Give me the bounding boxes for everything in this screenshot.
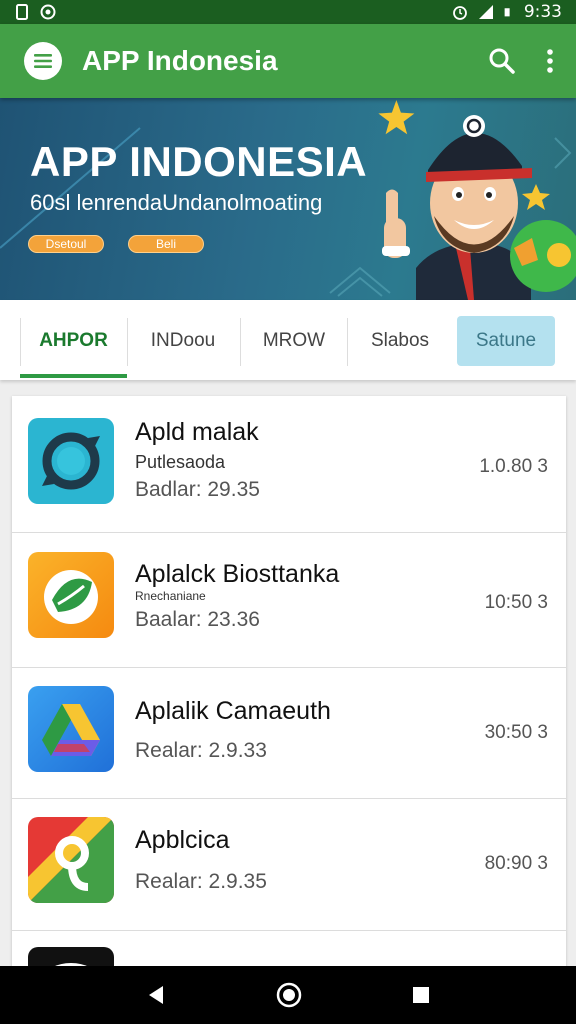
signal-icon [478, 5, 493, 19]
banner-button-primary[interactable]: Dsetoul [28, 235, 104, 253]
app-list: Apld malak Putlesaoda Badlar: 29.35 1.0.… [12, 396, 566, 976]
app-subtitle: Rnechaniane [135, 589, 206, 603]
hamburger-icon [34, 54, 52, 68]
maps-icon [28, 817, 114, 903]
banner-button-secondary[interactable]: Beli [128, 235, 204, 253]
sim-card-icon [16, 4, 28, 20]
more-options-icon[interactable] [546, 48, 554, 74]
list-item[interactable]: Aplalik Camaeuth Realar: 2.9.33 30:50 3 [12, 668, 566, 799]
app-name: Aplalik Camaeuth [135, 697, 331, 725]
app-rating: Realar: 2.9.33 [135, 739, 267, 762]
app-title: APP Indonesia [82, 45, 278, 76]
banner-title: APP INDONESIA [30, 138, 368, 185]
leaf-icon [28, 552, 114, 638]
recents-icon[interactable] [411, 985, 431, 1005]
back-icon[interactable] [145, 984, 167, 1006]
app-name: Apld malak [135, 418, 259, 446]
app-rating: Badlar: 29.35 [135, 478, 260, 501]
system-nav-bar [0, 966, 576, 1024]
drive-icon [28, 686, 114, 772]
home-icon[interactable] [276, 982, 302, 1008]
app-bar: APP Indonesia [0, 24, 576, 98]
app-subtitle: Putlesaoda [135, 452, 226, 472]
app-rating: Realar: 2.9.35 [135, 870, 267, 893]
app-size: 10:50 3 [484, 592, 548, 613]
app-name: Apblcica [135, 826, 230, 854]
tab-satune[interactable]: Satune [457, 316, 555, 366]
tab-indoou[interactable]: INDoou [128, 316, 238, 366]
active-tab-indicator [20, 374, 127, 378]
menu-button[interactable] [24, 42, 62, 80]
alarm-icon [452, 6, 467, 20]
app-name: Aplalck Biosttanka [135, 560, 340, 588]
list-item[interactable]: Aplalck Biosttanka Rnechaniane Baalar: 2… [12, 533, 566, 668]
mascot-illustration [378, 100, 576, 300]
banner-subtitle: 60sl lenrendaUndanolmoating [30, 190, 323, 215]
search-icon[interactable] [488, 47, 516, 75]
promo-banner[interactable]: APP INDONESIA 60sl lenrendaUndanolmoatin… [0, 98, 576, 300]
app-size: 80:90 3 [484, 853, 548, 874]
list-item[interactable]: Apld malak Putlesaoda Badlar: 29.35 1.0.… [12, 396, 566, 533]
list-item[interactable]: Apblcica Realar: 2.9.35 80:90 3 [12, 799, 566, 931]
tab-ahpor[interactable]: AHPOR [20, 316, 127, 366]
tab-mrow[interactable]: MROW [241, 316, 347, 366]
tab-divider [20, 318, 21, 366]
sync-icon [28, 418, 114, 504]
tab-slabos[interactable]: Slabos [348, 316, 452, 366]
app-notification-icon [40, 4, 56, 20]
status-time: 9:33 [523, 2, 562, 22]
app-size: 1.0.80 3 [479, 456, 548, 477]
battery-icon [504, 8, 510, 17]
status-bar: 9:33 [0, 0, 576, 24]
app-size: 30:50 3 [484, 722, 548, 743]
category-tabs: AHPOR INDoou MROW Slabos Satune [0, 300, 576, 380]
app-rating: Baalar: 23.36 [135, 608, 260, 631]
